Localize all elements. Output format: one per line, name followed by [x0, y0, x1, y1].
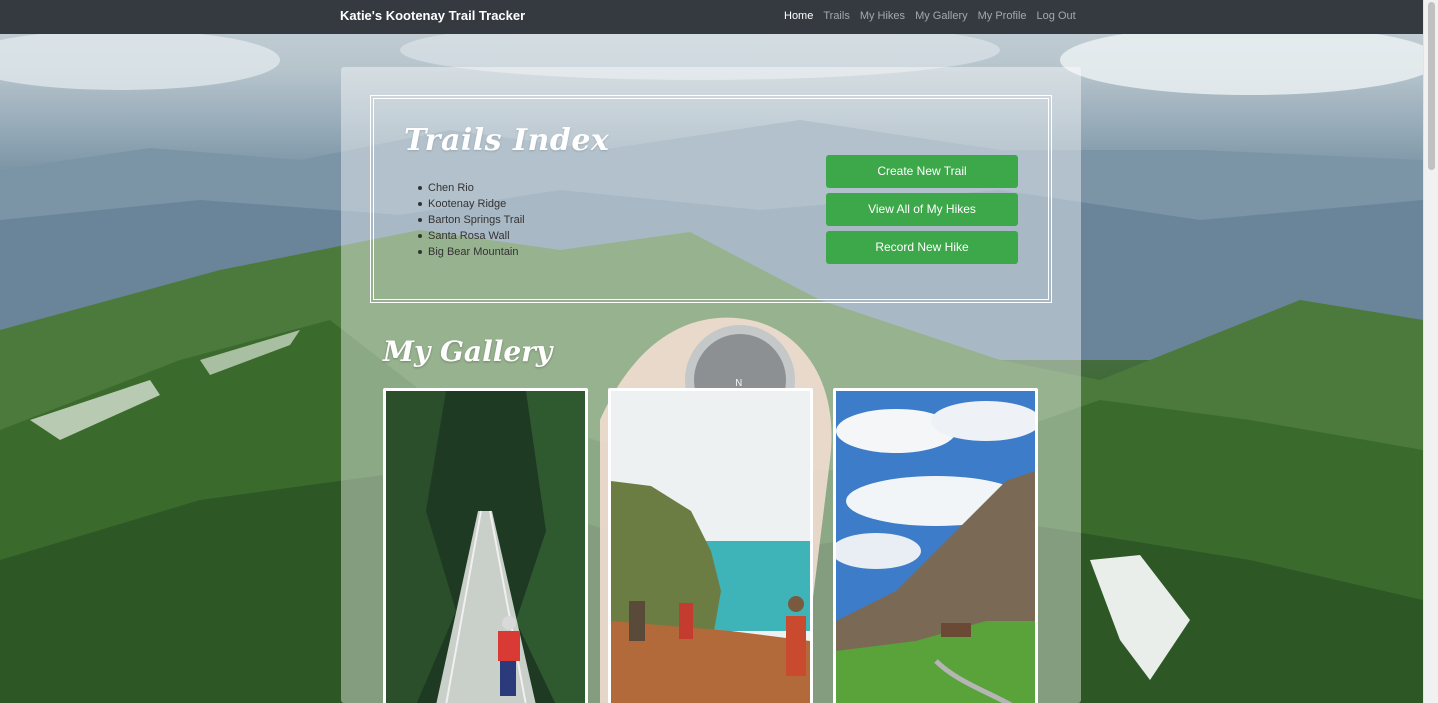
trails-index-box: Trails Index Chen Rio Kootenay Ridge Bar…	[370, 95, 1052, 303]
gallery-photo-suspension-bridge[interactable]	[383, 388, 588, 703]
trails-index-title: Trails Index	[404, 123, 610, 158]
page-scrollbar[interactable]	[1423, 0, 1438, 703]
top-navbar: Katie's Kootenay Trail Tracker Home Trai…	[0, 0, 1423, 34]
trail-list: Chen Rio Kootenay Ridge Barton Springs T…	[418, 180, 525, 260]
trail-list-item[interactable]: Barton Springs Trail	[418, 212, 525, 228]
gallery-photo-alpine-valley[interactable]	[833, 388, 1038, 703]
view-all-hikes-button[interactable]: View All of My Hikes	[826, 193, 1018, 226]
nav-link-home[interactable]: Home	[784, 10, 813, 22]
trail-list-item[interactable]: Santa Rosa Wall	[418, 228, 525, 244]
create-new-trail-button[interactable]: Create New Trail	[826, 155, 1018, 188]
nav-links: Home Trails My Hikes My Gallery My Profi…	[784, 10, 1076, 22]
trail-list-item[interactable]: Kootenay Ridge	[418, 196, 525, 212]
site-brand[interactable]: Katie's Kootenay Trail Tracker	[340, 8, 525, 23]
record-new-hike-button[interactable]: Record New Hike	[826, 231, 1018, 264]
trail-list-item[interactable]: Big Bear Mountain	[418, 244, 525, 260]
nav-link-log-out[interactable]: Log Out	[1037, 10, 1076, 22]
nav-link-trails[interactable]: Trails	[823, 10, 849, 22]
gallery-title: My Gallery	[383, 335, 553, 368]
gallery-photo-coastal-hikers[interactable]	[608, 388, 813, 703]
action-buttons: Create New Trail View All of My Hikes Re…	[826, 155, 1018, 269]
nav-link-my-gallery[interactable]: My Gallery	[915, 10, 968, 22]
scrollbar-thumb[interactable]	[1428, 2, 1435, 170]
trail-list-item[interactable]: Chen Rio	[418, 180, 525, 196]
nav-link-my-hikes[interactable]: My Hikes	[860, 10, 905, 22]
main-content-panel: Trails Index Chen Rio Kootenay Ridge Bar…	[341, 67, 1081, 703]
nav-link-my-profile[interactable]: My Profile	[978, 10, 1027, 22]
